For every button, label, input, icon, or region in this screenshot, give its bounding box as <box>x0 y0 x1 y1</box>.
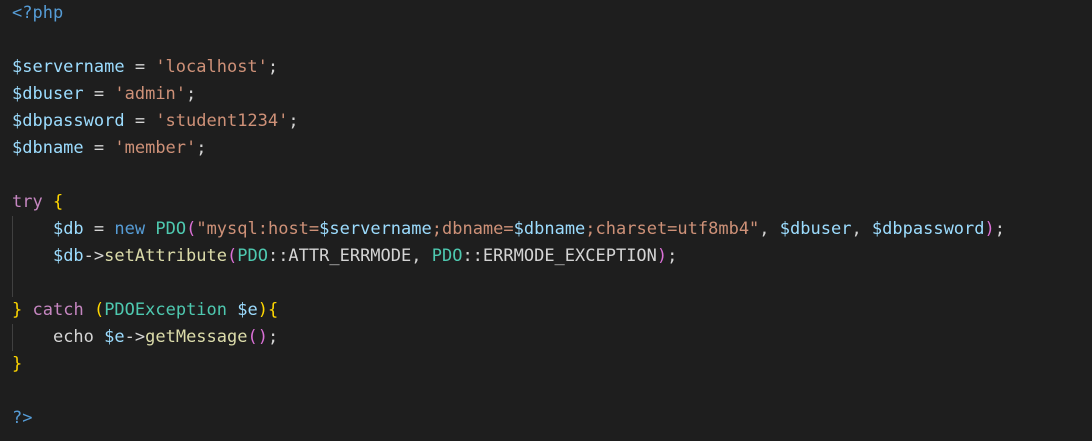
code-line[interactable] <box>0 270 1092 297</box>
indent-guide <box>12 216 13 243</box>
code-token: ; <box>267 57 279 77</box>
code-token: ) <box>656 246 668 266</box>
code-token: $dbname <box>12 138 84 158</box>
code-token: { <box>268 300 279 320</box>
code-token: echo <box>52 327 94 347</box>
code-token: catch <box>32 300 84 320</box>
code-token: = <box>83 84 115 104</box>
code-token: ( <box>247 327 258 347</box>
code-token: ::ERRMODE_EXCEPTION <box>462 246 657 266</box>
code-token: PDOException <box>104 300 228 320</box>
code-token: 'member' <box>114 138 197 158</box>
code-token: $servername <box>319 219 432 239</box>
code-token: getMessage <box>145 327 248 347</box>
code-line[interactable]: echo $e->getMessage(); <box>0 324 1092 351</box>
code-token: $db <box>52 246 84 266</box>
code-line[interactable]: $dbname = 'member'; <box>0 135 1092 162</box>
code-token: ( <box>93 300 105 320</box>
code-editor[interactable]: <?php $servername = 'localhost'; $dbuser =… <box>0 0 1092 441</box>
code-token: } <box>12 354 23 374</box>
code-line[interactable] <box>0 378 1092 405</box>
code-token: $dbuser <box>12 84 84 104</box>
code-token: <?php <box>12 3 64 23</box>
code-token: PDO <box>237 246 268 266</box>
code-token: $dbpassword <box>12 111 125 131</box>
code-line[interactable]: ?> <box>0 405 1092 432</box>
code-token: ( <box>186 219 197 239</box>
code-line[interactable]: } <box>0 351 1092 378</box>
code-token: ; <box>267 327 279 347</box>
code-token: try <box>12 192 43 212</box>
code-token: 'student1234' <box>155 111 289 131</box>
code-token: "mysql:host= <box>196 219 320 239</box>
code-token: ) <box>984 219 995 239</box>
code-token: ; <box>667 246 678 266</box>
code-token: $db <box>52 219 84 239</box>
code-token: $dbuser <box>779 219 852 239</box>
code-token: , <box>851 219 872 239</box>
code-token: ( <box>226 246 238 266</box>
code-token: $dbname <box>513 219 586 239</box>
code-token: = <box>124 111 156 131</box>
code-token: $dbpassword <box>871 219 985 239</box>
code-token: 'localhost' <box>155 57 268 77</box>
code-token: setAttribute <box>104 246 227 266</box>
code-line[interactable]: $db->setAttribute(PDO::ATTR_ERRMODE, PDO… <box>0 243 1092 270</box>
code-line[interactable]: $servername = 'localhost'; <box>0 54 1092 81</box>
code-token: ::ATTR_ERRMODE, <box>267 246 432 266</box>
code-token: $servername <box>12 57 125 77</box>
code-line[interactable]: } catch (PDOException $e){ <box>0 297 1092 324</box>
code-token: = <box>83 219 115 239</box>
code-token: ; <box>994 219 1006 239</box>
code-token: $e <box>104 327 125 347</box>
code-token: ; <box>196 138 207 158</box>
code-token: , <box>759 219 780 239</box>
code-token: PDO <box>155 219 187 239</box>
code-token: = <box>83 138 115 158</box>
code-token: ) <box>257 300 268 320</box>
code-token: $e <box>237 300 258 320</box>
indent-guide <box>12 243 13 270</box>
code-line[interactable]: <?php <box>0 0 1092 27</box>
indent-guide <box>12 270 13 297</box>
code-token: ; <box>288 111 299 131</box>
code-token: } <box>12 300 23 320</box>
code-line[interactable] <box>0 162 1092 189</box>
code-token: -> <box>124 327 146 347</box>
indent-guide <box>12 324 13 351</box>
code-token: = <box>124 57 156 77</box>
code-line[interactable]: $db = new PDO("mysql:host=$servername;db… <box>0 216 1092 243</box>
code-token: new <box>114 219 146 239</box>
code-token: { <box>52 192 64 212</box>
code-token: 'admin' <box>114 84 187 104</box>
code-token: ) <box>257 327 268 347</box>
code-token: ;charset=utf8mb4" <box>585 219 760 239</box>
code-token: ;dbname= <box>431 219 514 239</box>
code-token: ; <box>186 84 197 104</box>
code-token: ?> <box>12 408 33 428</box>
code-line[interactable]: $dbuser = 'admin'; <box>0 81 1092 108</box>
code-token: -> <box>83 246 105 266</box>
code-line[interactable] <box>0 27 1092 54</box>
code-token: PDO <box>431 246 463 266</box>
code-line[interactable]: $dbpassword = 'student1234'; <box>0 108 1092 135</box>
code-line[interactable]: try { <box>0 189 1092 216</box>
